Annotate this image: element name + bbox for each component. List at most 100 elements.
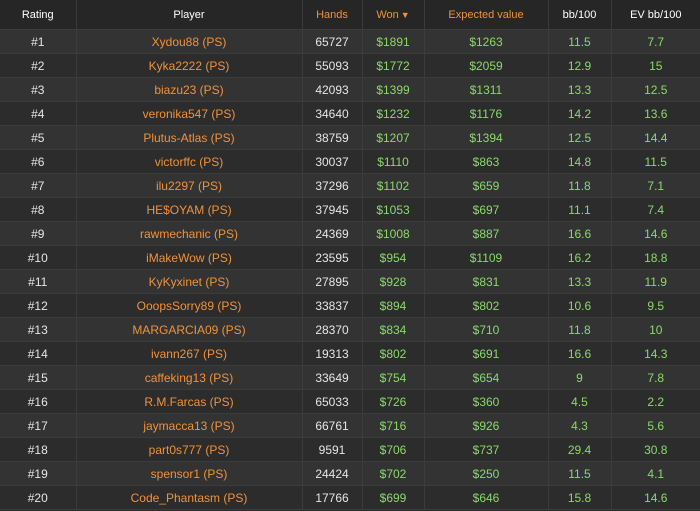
hands-cell: 24424 bbox=[302, 461, 363, 486]
won-cell: $928 bbox=[362, 269, 425, 294]
won-cell: $1110 bbox=[362, 149, 425, 174]
won-cell: $1102 bbox=[362, 173, 425, 198]
ev-bb100-cell: 5.6 bbox=[611, 413, 700, 438]
expected-value-cell: $646 bbox=[424, 485, 549, 510]
rank-cell: #18 bbox=[0, 437, 77, 462]
ev-bb100-cell: 13.6 bbox=[611, 101, 700, 126]
won-cell: $802 bbox=[362, 341, 425, 366]
bb100-cell: 10.6 bbox=[548, 293, 612, 318]
caret-down-icon: ▼ bbox=[400, 9, 410, 20]
player-link[interactable]: Kyka2222 (PS) bbox=[149, 59, 230, 73]
player-link[interactable]: Code_Phantasm (PS) bbox=[131, 491, 248, 505]
expected-value-column-header[interactable]: Expected value bbox=[424, 0, 549, 30]
won-cell: $699 bbox=[362, 485, 425, 510]
hands-cell: 55093 bbox=[302, 53, 363, 78]
player-link[interactable]: Xydou88 (PS) bbox=[152, 35, 227, 49]
expected-value-cell: $1176 bbox=[424, 101, 549, 126]
ev-bb100-cell: 7.7 bbox=[611, 29, 700, 54]
bb100-column-header[interactable]: bb/100 bbox=[548, 0, 612, 30]
bb100-cell: 14.8 bbox=[548, 149, 612, 174]
player-cell: ilu2297 (PS) bbox=[76, 173, 303, 198]
rank-cell: #15 bbox=[0, 365, 77, 390]
expected-value-cell: $250 bbox=[424, 461, 549, 486]
bb100-cell: 4.3 bbox=[548, 413, 612, 438]
player-link[interactable]: part0s777 (PS) bbox=[149, 443, 230, 457]
rank-cell: #20 bbox=[0, 485, 77, 510]
table-row: #17 jaymacca13 (PS) 66761 $716 $926 4.3 5.6 bbox=[0, 413, 700, 438]
ev-bb100-cell: 30.8 bbox=[611, 437, 700, 462]
player-link[interactable]: KyKyxinet (PS) bbox=[149, 275, 230, 289]
won-cell: $706 bbox=[362, 437, 425, 462]
ev-bb100-column-header[interactable]: EV bb/100 bbox=[611, 0, 700, 30]
ev-bb100-cell: 10 bbox=[611, 317, 700, 342]
ev-bb100-cell: 12.5 bbox=[611, 77, 700, 102]
player-link[interactable]: spensor1 (PS) bbox=[151, 467, 228, 481]
player-cell: Plutus-Atlas (PS) bbox=[76, 125, 303, 150]
won-column-header[interactable]: Won ▼ bbox=[362, 0, 425, 30]
player-column-header[interactable]: Player bbox=[76, 0, 303, 30]
player-link[interactable]: victorffc (PS) bbox=[155, 155, 223, 169]
player-cell: OoopsSorry89 (PS) bbox=[76, 293, 303, 318]
bb100-cell: 16.6 bbox=[548, 341, 612, 366]
player-link[interactable]: veronika547 (PS) bbox=[143, 107, 236, 121]
table-row: #2 Kyka2222 (PS) 55093 $1772 $2059 12.9 15 bbox=[0, 53, 700, 78]
player-link[interactable]: HE$OYAM (PS) bbox=[146, 203, 231, 217]
bb100-cell: 12.9 bbox=[548, 53, 612, 78]
player-link[interactable]: OoopsSorry89 (PS) bbox=[137, 299, 242, 313]
won-cell: $1053 bbox=[362, 197, 425, 222]
rating-column-header[interactable]: Rating bbox=[0, 0, 77, 30]
rank-cell: #7 bbox=[0, 173, 77, 198]
table-row: #3 biazu23 (PS) 42093 $1399 $1311 13.3 12.5 bbox=[0, 77, 700, 102]
table-row: #10 iMakeWow (PS) 23595 $954 $1109 16.2 18.8 bbox=[0, 245, 700, 270]
expected-value-cell: $2059 bbox=[424, 53, 549, 78]
hands-column-header[interactable]: Hands bbox=[302, 0, 363, 30]
player-link[interactable]: Plutus-Atlas (PS) bbox=[143, 131, 234, 145]
player-link[interactable]: ilu2297 (PS) bbox=[156, 179, 222, 193]
expected-value-cell: $1109 bbox=[424, 245, 549, 270]
player-cell: jaymacca13 (PS) bbox=[76, 413, 303, 438]
hands-cell: 65727 bbox=[302, 29, 363, 54]
hands-cell: 37945 bbox=[302, 197, 363, 222]
expected-value-cell: $697 bbox=[424, 197, 549, 222]
expected-value-cell: $1311 bbox=[424, 77, 549, 102]
player-cell: victorffc (PS) bbox=[76, 149, 303, 174]
player-cell: Xydou88 (PS) bbox=[76, 29, 303, 54]
expected-value-cell: $659 bbox=[424, 173, 549, 198]
player-cell: part0s777 (PS) bbox=[76, 437, 303, 462]
hands-cell: 42093 bbox=[302, 77, 363, 102]
hands-cell: 28370 bbox=[302, 317, 363, 342]
hands-cell: 17766 bbox=[302, 485, 363, 510]
table-row: #11 KyKyxinet (PS) 27895 $928 $831 13.3 11.9 bbox=[0, 269, 700, 294]
player-link[interactable]: ivann267 (PS) bbox=[151, 347, 227, 361]
player-link[interactable]: jaymacca13 (PS) bbox=[143, 419, 234, 433]
player-cell: biazu23 (PS) bbox=[76, 77, 303, 102]
hands-cell: 23595 bbox=[302, 245, 363, 270]
player-link[interactable]: caffeking13 (PS) bbox=[145, 371, 234, 385]
player-cell: MARGARCIA09 (PS) bbox=[76, 317, 303, 342]
hands-cell: 38759 bbox=[302, 125, 363, 150]
expected-value-cell: $360 bbox=[424, 389, 549, 414]
bb100-cell: 15.8 bbox=[548, 485, 612, 510]
player-link[interactable]: R.M.Farcas (PS) bbox=[144, 395, 233, 409]
ev-bb100-cell: 11.9 bbox=[611, 269, 700, 294]
ev-bb100-cell: 14.3 bbox=[611, 341, 700, 366]
ev-bb100-cell: 14.4 bbox=[611, 125, 700, 150]
rank-cell: #16 bbox=[0, 389, 77, 414]
won-cell: $716 bbox=[362, 413, 425, 438]
bb100-cell: 11.5 bbox=[548, 461, 612, 486]
rank-cell: #13 bbox=[0, 317, 77, 342]
player-link[interactable]: rawmechanic (PS) bbox=[140, 227, 238, 241]
player-link[interactable]: iMakeWow (PS) bbox=[146, 251, 232, 265]
table-row: #18 part0s777 (PS) 9591 $706 $737 29.4 30.8 bbox=[0, 437, 700, 462]
player-cell: caffeking13 (PS) bbox=[76, 365, 303, 390]
bb100-cell: 12.5 bbox=[548, 125, 612, 150]
player-link[interactable]: biazu23 (PS) bbox=[154, 83, 223, 97]
won-cell: $754 bbox=[362, 365, 425, 390]
table-row: #13 MARGARCIA09 (PS) 28370 $834 $710 11.8 10 bbox=[0, 317, 700, 342]
hands-cell: 37296 bbox=[302, 173, 363, 198]
player-link[interactable]: MARGARCIA09 (PS) bbox=[132, 323, 245, 337]
table-row: #19 spensor1 (PS) 24424 $702 $250 11.5 4.1 bbox=[0, 461, 700, 486]
table-row: #8 HE$OYAM (PS) 37945 $1053 $697 11.1 7.4 bbox=[0, 197, 700, 222]
rank-cell: #14 bbox=[0, 341, 77, 366]
player-cell: Kyka2222 (PS) bbox=[76, 53, 303, 78]
